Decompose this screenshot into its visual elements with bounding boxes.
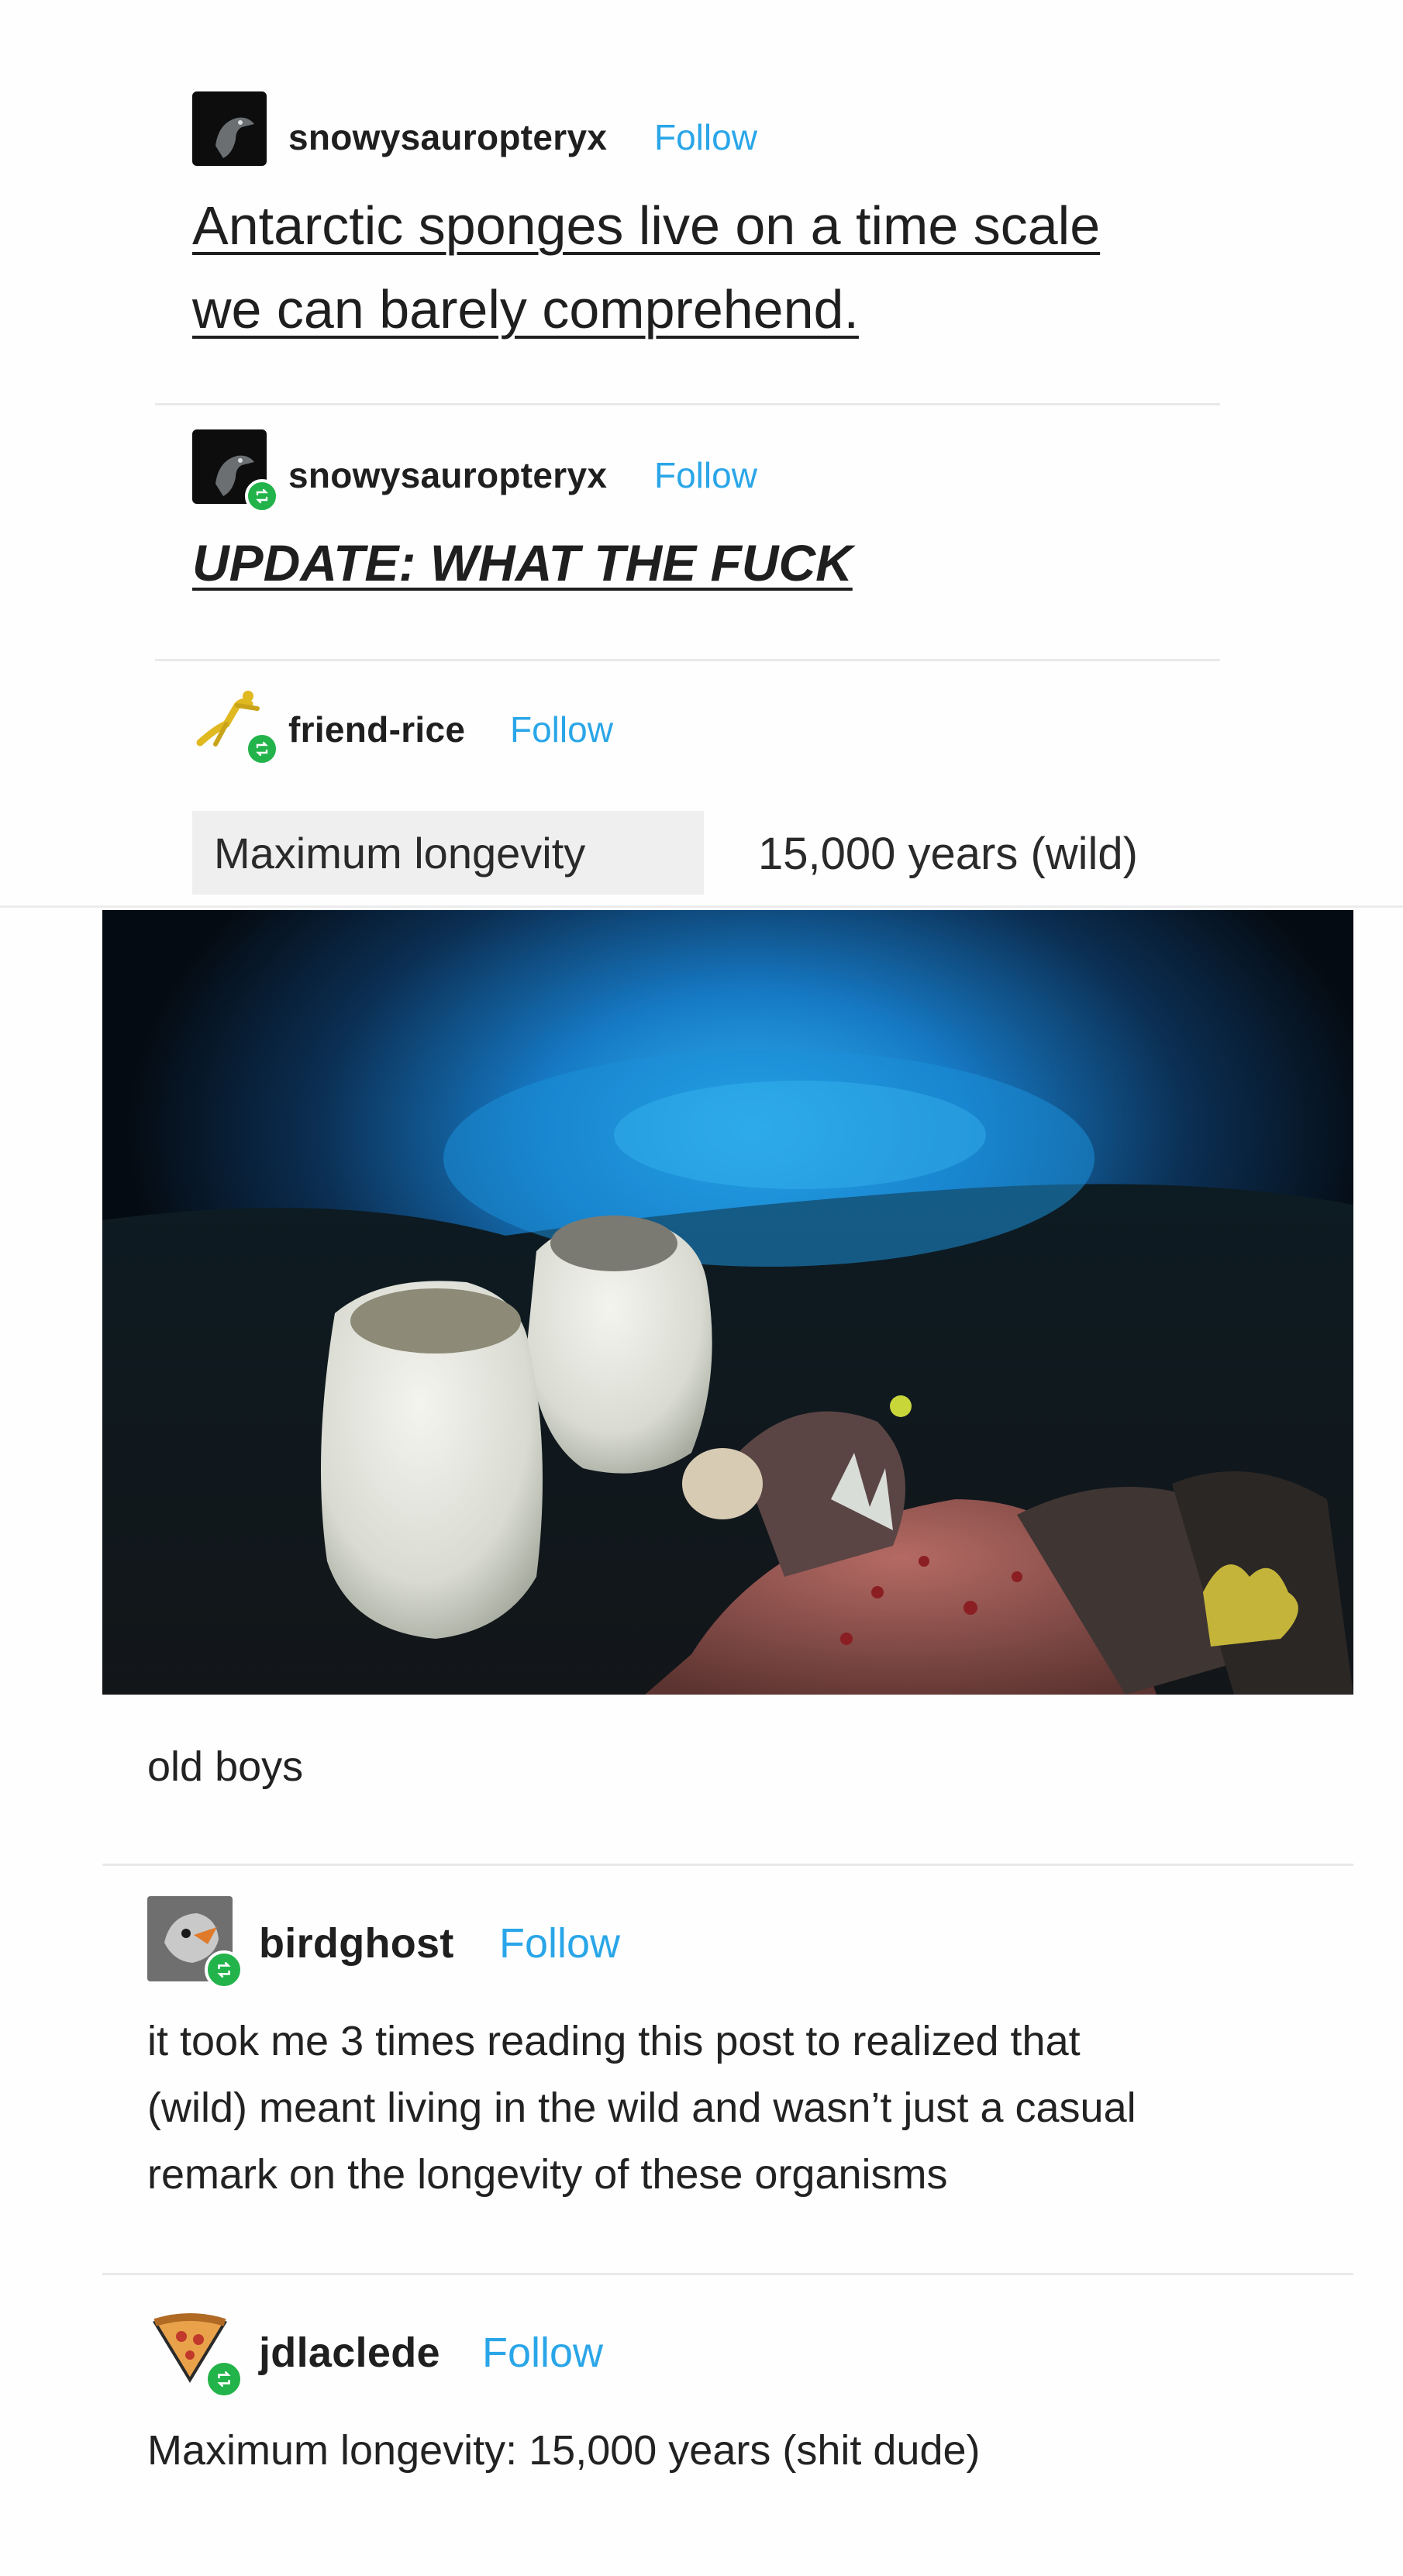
divider [155, 403, 1220, 405]
info-label: Maximum longevity [192, 811, 704, 895]
avatar-friend-rice[interactable] [192, 682, 279, 766]
comment-line-2: (wild) meant living in the wild and wasn… [147, 2085, 1136, 2131]
follow-button-post-2[interactable]: Follow [654, 454, 757, 496]
comment-line-1: it took me 3 times reading this post to … [147, 2018, 1081, 2064]
divider [102, 2273, 1353, 2275]
sponge-photo [102, 910, 1353, 1695]
avatar-birdghost[interactable] [147, 1896, 243, 1989]
comment-line-3: remark on the longevity of these organis… [147, 2151, 948, 2198]
username-post-5[interactable]: jdlaclede [259, 2329, 440, 2377]
post-title-line-1[interactable]: Antarctic sponges live on a time scale [192, 183, 1100, 268]
divider [102, 1864, 1353, 1866]
username-post-4[interactable]: birdghost [259, 1919, 454, 1967]
post-image-antarctic-sponges[interactable] [102, 910, 1353, 1695]
follow-button-post-4[interactable]: Follow [499, 1919, 620, 1967]
reblog-icon [245, 479, 279, 513]
avatar-snowysauropteryx[interactable] [192, 91, 267, 166]
divider [155, 659, 1220, 661]
info-value: 15,000 years (wild) [758, 829, 1138, 879]
follow-button-post-5[interactable]: Follow [482, 2329, 603, 2377]
follow-button-post-3[interactable]: Follow [510, 709, 613, 750]
reblog-icon [245, 732, 279, 766]
avatar-snowysauropteryx-reblog[interactable] [192, 429, 279, 513]
username-post-2[interactable]: snowysauropteryx [288, 454, 607, 496]
post-title-line-2[interactable]: we can barely comprehend. [192, 267, 859, 352]
comment-text-post-5: Maximum longevity: 15,000 years (shit du… [147, 2427, 981, 2474]
username-post-1[interactable]: snowysauropteryx [288, 116, 607, 158]
image-caption: old boys [147, 1743, 304, 1790]
reblog-icon [205, 1950, 243, 1989]
follow-button-post-1[interactable]: Follow [654, 116, 757, 158]
divider [0, 905, 1403, 908]
avatar-jdlaclede[interactable] [147, 2305, 243, 2398]
reblog-icon [205, 2360, 243, 2398]
post-update-text: UPDATE: WHAT THE FUCK [192, 534, 853, 591]
username-post-3[interactable]: friend-rice [288, 709, 465, 750]
bird-avatar-icon [192, 91, 267, 166]
